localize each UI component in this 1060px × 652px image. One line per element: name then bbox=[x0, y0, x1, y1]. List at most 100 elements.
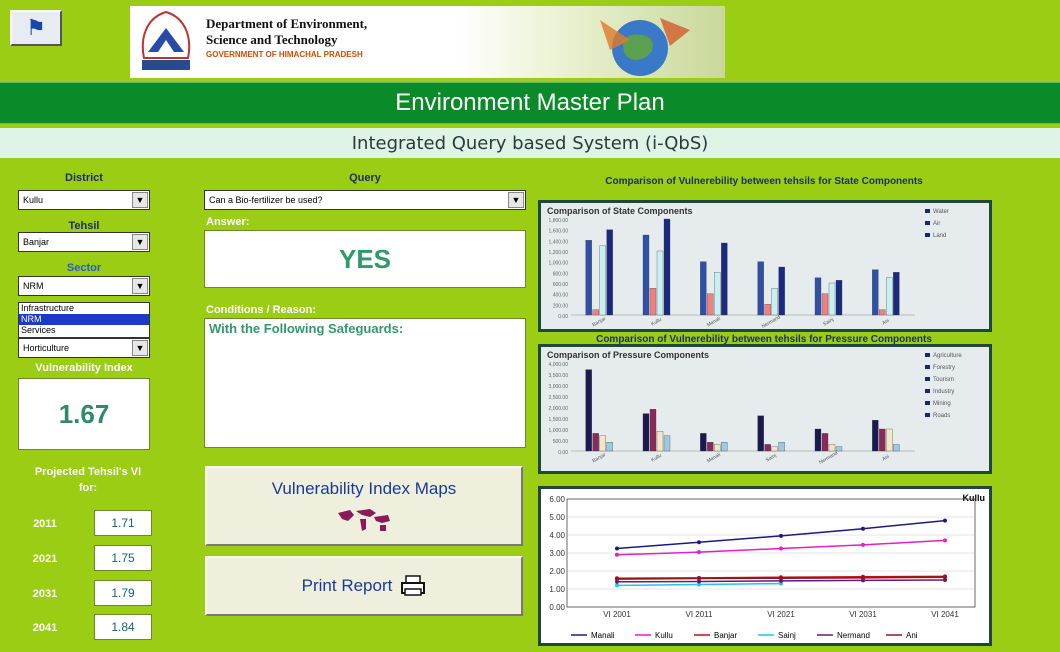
chevron-down-icon[interactable]: ▼ bbox=[508, 192, 524, 208]
subsector-select[interactable]: Horticulture ▼ bbox=[18, 338, 150, 358]
y-tick-label: 1,200.00 bbox=[549, 250, 569, 256]
vi-trend-chart: Kullu 6.00 5.00 4.00 3.00 2.00 1.00 0.00 VI 2001… bbox=[549, 493, 986, 640]
tehsil-label: Tehsil bbox=[68, 220, 100, 232]
legend-label: Roads bbox=[933, 413, 950, 419]
bar bbox=[656, 250, 664, 316]
year-label: 2041 bbox=[32, 622, 58, 634]
legend-swatch bbox=[925, 221, 930, 225]
y-tick-label: 400.00 bbox=[553, 293, 569, 299]
sector-value: NRM bbox=[23, 281, 44, 291]
page-subtitle: Integrated Query based System (i-QbS) bbox=[0, 128, 1060, 158]
y-tick-label: 2,500.00 bbox=[549, 395, 569, 401]
bar bbox=[835, 280, 843, 316]
legend-label: Manali bbox=[591, 631, 615, 640]
y-tick-label: 1,000.00 bbox=[549, 261, 569, 267]
vulnerability-index-value: 1.67 bbox=[18, 378, 150, 450]
print-report-button[interactable]: Print Report bbox=[205, 556, 523, 616]
bar bbox=[606, 229, 613, 316]
year-label: 2031 bbox=[32, 588, 58, 600]
chevron-down-icon[interactable]: ▼ bbox=[132, 340, 148, 356]
bar bbox=[714, 272, 721, 316]
dept-line-1: Department of Environment, bbox=[206, 16, 368, 31]
vulnerability-maps-button[interactable]: Vulnerability Index Maps bbox=[205, 466, 523, 546]
department-banner: Department of Environment, Science and T… bbox=[130, 6, 725, 78]
bar bbox=[707, 442, 714, 452]
x-tick-label: Nermand bbox=[818, 450, 839, 466]
y-tick-label: 5.00 bbox=[549, 513, 565, 522]
pressure-components-chart: Comparison of Pressure Components 4,000.0… bbox=[547, 350, 962, 466]
data-point bbox=[615, 583, 619, 588]
data-point bbox=[861, 575, 865, 580]
print-button-label: Print Report bbox=[301, 576, 393, 595]
dept-line-3: GOVERNMENT OF HIMACHAL PRADESH bbox=[206, 50, 363, 59]
x-tick-label: Kullu bbox=[650, 317, 663, 328]
data-point bbox=[697, 550, 701, 555]
bar bbox=[879, 309, 886, 316]
x-tick-label: Sainj bbox=[765, 453, 778, 464]
chart-inner-title: Comparison of Pressure Components bbox=[547, 350, 709, 360]
legend-swatch bbox=[925, 377, 930, 381]
y-tick-label: 3.00 bbox=[549, 549, 565, 558]
bar bbox=[872, 269, 879, 316]
bar bbox=[821, 433, 829, 452]
sector-dropdown-list[interactable]: Infrastructure NRM Services bbox=[18, 302, 150, 338]
legend-swatch bbox=[925, 365, 930, 369]
tehsil-select[interactable]: Banjar ▼ bbox=[18, 232, 150, 252]
legend-swatch bbox=[925, 389, 930, 393]
bar bbox=[649, 288, 657, 316]
x-tick-label: VI 2041 bbox=[931, 610, 959, 619]
bar bbox=[599, 245, 606, 316]
answer-label: Answer: bbox=[206, 216, 250, 228]
sector-option[interactable]: Infrastructure bbox=[19, 303, 149, 314]
chevron-down-icon[interactable]: ▼ bbox=[132, 278, 148, 294]
y-tick-label: 0.00 bbox=[558, 314, 568, 320]
sector-option-selected[interactable]: NRM bbox=[19, 314, 149, 325]
state-chart-heading: Comparison of Vulnerebility between tehs… bbox=[605, 176, 923, 187]
y-tick-label: 500.00 bbox=[553, 439, 569, 445]
legend-label: Banjar bbox=[714, 631, 737, 640]
data-point bbox=[943, 538, 947, 543]
chevron-down-icon[interactable]: ▼ bbox=[132, 192, 148, 208]
y-tick-label: 1,500.00 bbox=[549, 417, 569, 423]
sector-option[interactable]: Services bbox=[19, 325, 149, 336]
query-select[interactable]: Can a Bio-fertilizer be used? ▼ bbox=[204, 190, 526, 210]
district-select[interactable]: Kullu ▼ bbox=[18, 190, 150, 210]
bar bbox=[879, 428, 886, 452]
bar bbox=[757, 261, 764, 316]
bar bbox=[778, 442, 785, 452]
bar bbox=[821, 293, 829, 316]
year-value: 1.71 bbox=[94, 510, 152, 536]
y-tick-label: 0.00 bbox=[558, 450, 568, 456]
conditions-label: Conditions / Reason: bbox=[206, 304, 316, 316]
y-tick-label: 800.00 bbox=[553, 271, 569, 277]
x-tick-label: Banjar bbox=[591, 452, 607, 465]
year-value: 1.75 bbox=[94, 545, 152, 571]
legend-label: Industry bbox=[933, 389, 954, 395]
legend-label: Land bbox=[933, 233, 946, 239]
legend-label: Kullu bbox=[655, 631, 673, 640]
data-point bbox=[697, 540, 701, 545]
bar bbox=[886, 277, 893, 316]
bar bbox=[649, 409, 657, 452]
bar bbox=[663, 218, 671, 316]
vulnerability-index-label: Vulnerability Index bbox=[35, 362, 133, 374]
bar bbox=[771, 446, 778, 452]
emblem-logo bbox=[141, 10, 191, 70]
legend-swatch bbox=[925, 353, 930, 357]
sector-select[interactable]: NRM ▼ bbox=[18, 276, 150, 296]
y-tick-label: 0.00 bbox=[549, 603, 565, 612]
x-tick-label: Sainj bbox=[822, 317, 835, 328]
bar bbox=[893, 272, 900, 316]
year-label: 2021 bbox=[32, 553, 58, 565]
state-components-chart: Comparison of State Components 1,800.00 1,… bbox=[547, 206, 949, 330]
legend-label: Water bbox=[933, 209, 949, 215]
data-point bbox=[615, 577, 619, 582]
chart-title: Kullu bbox=[963, 493, 986, 503]
home-button[interactable]: ⚑ bbox=[10, 10, 62, 46]
maps-button-label: Vulnerability Index Maps bbox=[271, 479, 457, 498]
bar bbox=[778, 266, 785, 316]
pressure-chart-frame: Comparison of Pressure Components 4,000.0… bbox=[538, 344, 992, 474]
world-map-icon bbox=[338, 509, 390, 531]
chevron-down-icon[interactable]: ▼ bbox=[132, 234, 148, 250]
y-tick-label: 1,000.00 bbox=[549, 428, 569, 434]
